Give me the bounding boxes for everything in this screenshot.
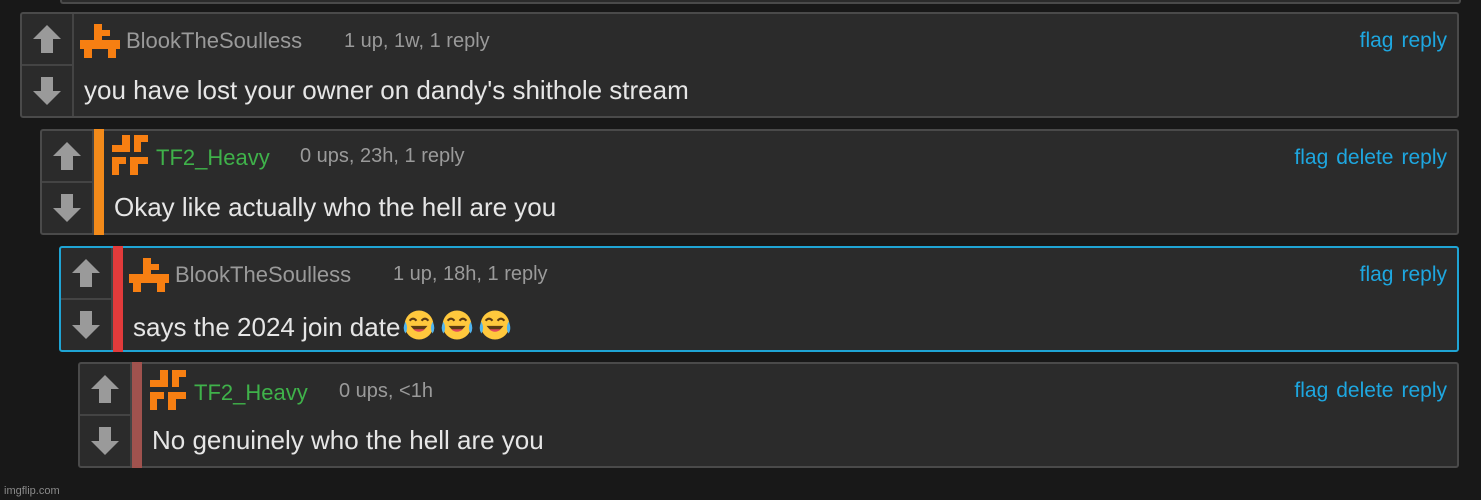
flag-link[interactable]: flag	[1360, 28, 1394, 54]
username-link[interactable]: TF2_Heavy	[194, 380, 308, 406]
downvote-button[interactable]	[42, 183, 92, 233]
username-link[interactable]: BlookTheSoulless	[175, 262, 351, 288]
username-link[interactable]: BlookTheSoulless	[126, 28, 302, 54]
orange-swirl-icon[interactable]	[110, 135, 150, 175]
vote-column	[42, 131, 94, 233]
downvote-button[interactable]	[22, 66, 72, 116]
comment-actions: flag delete reply	[1294, 378, 1447, 404]
upvote-button[interactable]	[22, 14, 72, 66]
reply-link[interactable]: reply	[1401, 145, 1447, 171]
orange-stairs-icon[interactable]	[129, 254, 169, 294]
username-link[interactable]: TF2_Heavy	[156, 145, 270, 171]
upvote-button[interactable]	[61, 248, 111, 300]
comment-text: you have lost your owner on dandy's shit…	[84, 75, 689, 105]
upvote-button[interactable]	[42, 131, 92, 183]
imgflip-watermark: imgflip.com	[4, 485, 60, 497]
vote-column	[22, 14, 74, 116]
comment-card: TF2_Heavy 0 ups, 23h, 1 reply flag delet…	[40, 129, 1459, 235]
arrow-down-icon	[31, 75, 63, 107]
reply-link[interactable]: reply	[1401, 262, 1447, 288]
arrow-down-icon	[51, 192, 83, 224]
comment-card: BlookTheSoulless 1 up, 1w, 1 reply flag …	[20, 12, 1459, 118]
orange-stairs-icon[interactable]	[80, 20, 120, 60]
delete-link[interactable]: delete	[1336, 145, 1393, 171]
reply-link[interactable]: reply	[1401, 378, 1447, 404]
arrow-down-icon	[89, 425, 121, 457]
vote-column	[61, 248, 113, 350]
comment-card: TF2_Heavy 0 ups, <1h flag delete reply N…	[78, 362, 1459, 468]
orange-swirl-icon[interactable]	[148, 370, 188, 410]
comment-actions: flag delete reply	[1294, 145, 1447, 171]
comment-meta: 1 up, 18h, 1 reply	[393, 263, 548, 285]
reply-depth-bar	[132, 362, 142, 468]
delete-link[interactable]: delete	[1336, 378, 1393, 404]
face-with-tears-of-joy-icon	[476, 308, 514, 342]
arrow-up-icon	[89, 373, 121, 405]
comment-actions: flag reply	[1360, 262, 1447, 288]
face-with-tears-of-joy-icon	[400, 308, 438, 342]
comment-meta: 0 ups, <1h	[339, 380, 433, 402]
previous-comment-edge	[60, 0, 1461, 4]
reply-link[interactable]: reply	[1401, 28, 1447, 54]
flag-link[interactable]: flag	[1360, 262, 1394, 288]
flag-link[interactable]: flag	[1294, 145, 1328, 171]
arrow-down-icon	[70, 309, 102, 341]
upvote-button[interactable]	[80, 364, 130, 416]
arrow-up-icon	[51, 140, 83, 172]
comment-meta: 0 ups, 23h, 1 reply	[300, 145, 465, 167]
comment-meta: 1 up, 1w, 1 reply	[344, 30, 490, 52]
arrow-up-icon	[70, 257, 102, 289]
downvote-button[interactable]	[80, 416, 130, 466]
face-with-tears-of-joy-icon	[438, 308, 476, 342]
comment-card-highlighted: BlookTheSoulless 1 up, 18h, 1 reply flag…	[59, 246, 1459, 352]
reply-depth-bar	[113, 246, 123, 352]
comment-text-body: says the 2024 join date	[133, 312, 401, 342]
comment-text: Okay like actually who the hell are you	[114, 192, 557, 222]
comment-text: No genuinely who the hell are you	[152, 425, 544, 455]
flag-link[interactable]: flag	[1294, 378, 1328, 404]
reply-depth-bar	[94, 129, 104, 235]
comment-text: says the 2024 join date	[133, 308, 514, 343]
downvote-button[interactable]	[61, 300, 111, 350]
vote-column	[80, 364, 132, 466]
arrow-up-icon	[31, 23, 63, 55]
comment-actions: flag reply	[1360, 28, 1447, 54]
